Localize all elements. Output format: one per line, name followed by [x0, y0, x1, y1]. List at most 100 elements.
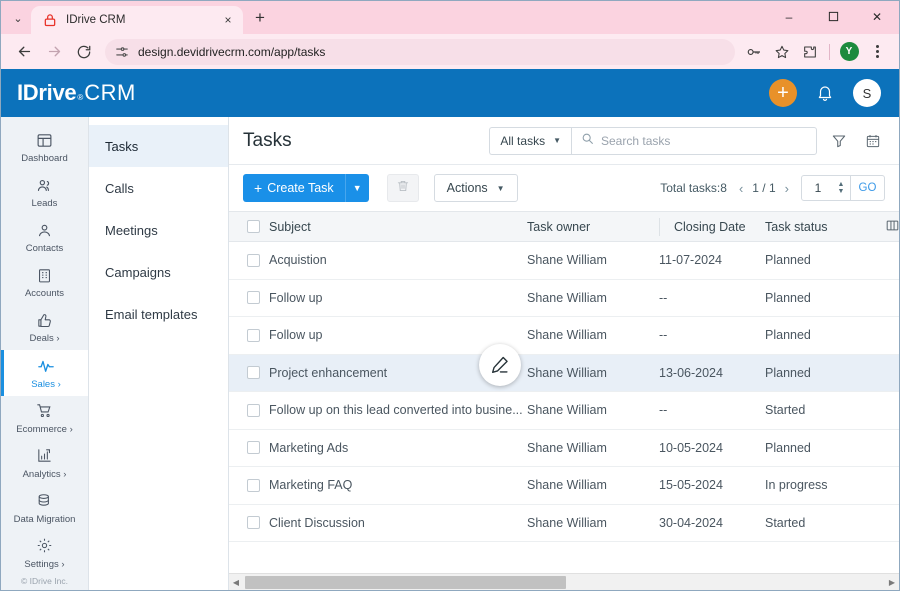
sidebar-item-deals[interactable]: Deals › [1, 305, 88, 350]
search-tasks-box[interactable] [571, 126, 817, 155]
sidebar-item-contacts[interactable]: Contacts [1, 215, 88, 260]
page-settings-icon[interactable] [115, 45, 129, 59]
cell-subject[interactable]: Follow up [269, 279, 527, 317]
next-page-button[interactable]: › [785, 181, 789, 196]
column-settings-header[interactable] [885, 211, 899, 242]
app-logo[interactable]: IDrive ® CRM [17, 80, 136, 106]
close-window-button[interactable]: ✕ [855, 1, 899, 32]
back-icon[interactable] [10, 38, 38, 66]
cell-subject[interactable]: Follow up on this lead converted into bu… [269, 391, 527, 430]
tab-strip: ⌄ IDrive CRM × + – ✕ [1, 1, 899, 34]
accounts-icon [36, 266, 53, 284]
sidebar-item-accounts[interactable]: Accounts [1, 260, 88, 305]
task-filter-select[interactable]: All tasks ▼ [489, 126, 571, 155]
create-task-dropdown[interactable]: ▼ [344, 174, 369, 202]
row-checkbox[interactable] [247, 328, 260, 342]
quantity-stepper[interactable]: ▲ ▼ [832, 181, 850, 195]
column-header-task-status[interactable]: Task status [765, 211, 885, 242]
search-input[interactable] [601, 133, 807, 148]
sidebar-item-settings[interactable]: Settings › [1, 531, 88, 576]
scrollbar-track[interactable] [243, 575, 885, 589]
subnav-item-campaigns[interactable]: Campaigns [89, 251, 228, 293]
column-header-task-owner[interactable]: Task owner [527, 211, 645, 242]
add-record-button[interactable]: + [769, 79, 797, 107]
cell-subject[interactable]: Marketing FAQ [269, 466, 527, 505]
sidebar-item-label: Analytics › [22, 468, 67, 480]
table-row[interactable]: Follow up Shane William -- Planned [229, 316, 899, 355]
user-avatar[interactable]: S [853, 79, 881, 107]
page-number-input[interactable]: 1 [802, 181, 832, 195]
go-button[interactable]: GO [850, 176, 884, 200]
sidebar-item-leads[interactable]: Leads [1, 170, 88, 215]
sidebar-item-label: Dashboard [21, 153, 68, 165]
sidebar-item-analytics[interactable]: Analytics › [1, 441, 88, 486]
sidebar-item-sales[interactable]: Sales › [1, 350, 88, 396]
sidebar-footer: © IDrive Inc. [21, 576, 68, 586]
profile-initial: Y [839, 42, 859, 61]
create-task-button[interactable]: + Create Task [243, 174, 345, 202]
horizontal-scrollbar[interactable]: ◀ ▶ [229, 573, 899, 590]
table-row[interactable]: Follow up on this lead converted into bu… [229, 391, 899, 430]
scroll-right-arrow-icon[interactable]: ▶ [885, 578, 899, 587]
actions-button[interactable]: Actions ▼ [433, 174, 518, 202]
prev-page-button[interactable]: ‹ [739, 181, 743, 196]
forward-icon[interactable] [40, 38, 68, 66]
row-checkbox[interactable] [247, 403, 260, 417]
funnel-filter-icon[interactable] [827, 129, 851, 153]
avatar[interactable]: Y [836, 39, 862, 65]
subnav-item-calls[interactable]: Calls [89, 167, 228, 209]
tab-search-chevron-icon[interactable]: ⌄ [5, 4, 31, 32]
row-checkbox[interactable] [247, 253, 260, 267]
table-row[interactable]: Acquistion Shane William 11-07-2024 Plan… [229, 241, 899, 280]
sidebar-item-label: Contacts [25, 243, 64, 255]
sidebar-item-data-migration[interactable]: Data Migration [1, 486, 88, 531]
cell-subject[interactable]: Acquistion [269, 241, 527, 280]
table-row[interactable]: Marketing Ads Shane William 10-05-2024 P… [229, 429, 899, 467]
bell-icon[interactable] [816, 84, 834, 102]
subnav-item-email-templates[interactable]: Email templates [89, 293, 228, 335]
star-icon[interactable] [769, 39, 795, 65]
row-checkbox[interactable] [247, 291, 260, 305]
delete-button[interactable] [386, 174, 419, 202]
row-checkbox[interactable] [247, 441, 260, 455]
cell-subject[interactable]: Marketing Ads [269, 429, 527, 467]
subnav-item-tasks[interactable]: Tasks [89, 125, 228, 167]
cell-task-status: Planned [765, 354, 885, 392]
table-row[interactable]: Project enhancement Shane William 13-06-… [229, 354, 899, 392]
scrollbar-thumb[interactable] [245, 575, 566, 589]
subnav-item-meetings[interactable]: Meetings [89, 209, 228, 251]
stepper-up-icon[interactable]: ▲ [838, 181, 845, 188]
row-checkbox[interactable] [247, 478, 260, 492]
browser-tab[interactable]: IDrive CRM × [31, 6, 243, 34]
stepper-down-icon[interactable]: ▼ [838, 188, 845, 195]
sidebar-item-ecommerce[interactable]: Ecommerce › [1, 396, 88, 441]
sidebar-item-dashboard[interactable]: Dashboard [1, 125, 88, 170]
reload-icon[interactable] [70, 38, 98, 66]
column-layout-icon[interactable] [885, 220, 899, 236]
cell-subject[interactable]: Client Discussion [269, 504, 527, 542]
address-bar[interactable]: design.devidrivecrm.com/app/tasks [105, 38, 735, 65]
select-all-checkbox[interactable] [247, 220, 260, 233]
key-icon[interactable] [741, 39, 767, 65]
cell-closing-date: 11-07-2024 [645, 241, 765, 280]
table-row[interactable]: Marketing FAQ Shane William 15-05-2024 I… [229, 466, 899, 505]
minimize-button[interactable]: – [767, 1, 811, 32]
column-header-subject[interactable]: Subject [269, 211, 527, 242]
cell-spacer [885, 466, 899, 505]
column-header-closing-date[interactable]: Closing Date [645, 211, 765, 242]
new-tab-button[interactable]: + [246, 4, 274, 32]
calendar-icon[interactable] [861, 129, 885, 153]
puzzle-icon[interactable] [797, 39, 823, 65]
scroll-left-arrow-icon[interactable]: ◀ [229, 578, 243, 587]
kebab-icon[interactable] [864, 39, 890, 65]
close-icon[interactable]: × [219, 11, 237, 29]
chevron-down-icon: ▼ [496, 183, 505, 193]
table-row[interactable]: Client Discussion Shane William 30-04-20… [229, 504, 899, 542]
row-checkbox[interactable] [247, 516, 260, 530]
maximize-button[interactable] [811, 1, 855, 32]
sidebar-item-label: Leads [31, 198, 58, 210]
table-row[interactable]: Follow up Shane William -- Planned [229, 279, 899, 317]
header-actions: + S [769, 79, 881, 107]
table-body: Acquistion Shane William 11-07-2024 Plan… [229, 241, 899, 542]
row-checkbox[interactable] [247, 366, 260, 380]
